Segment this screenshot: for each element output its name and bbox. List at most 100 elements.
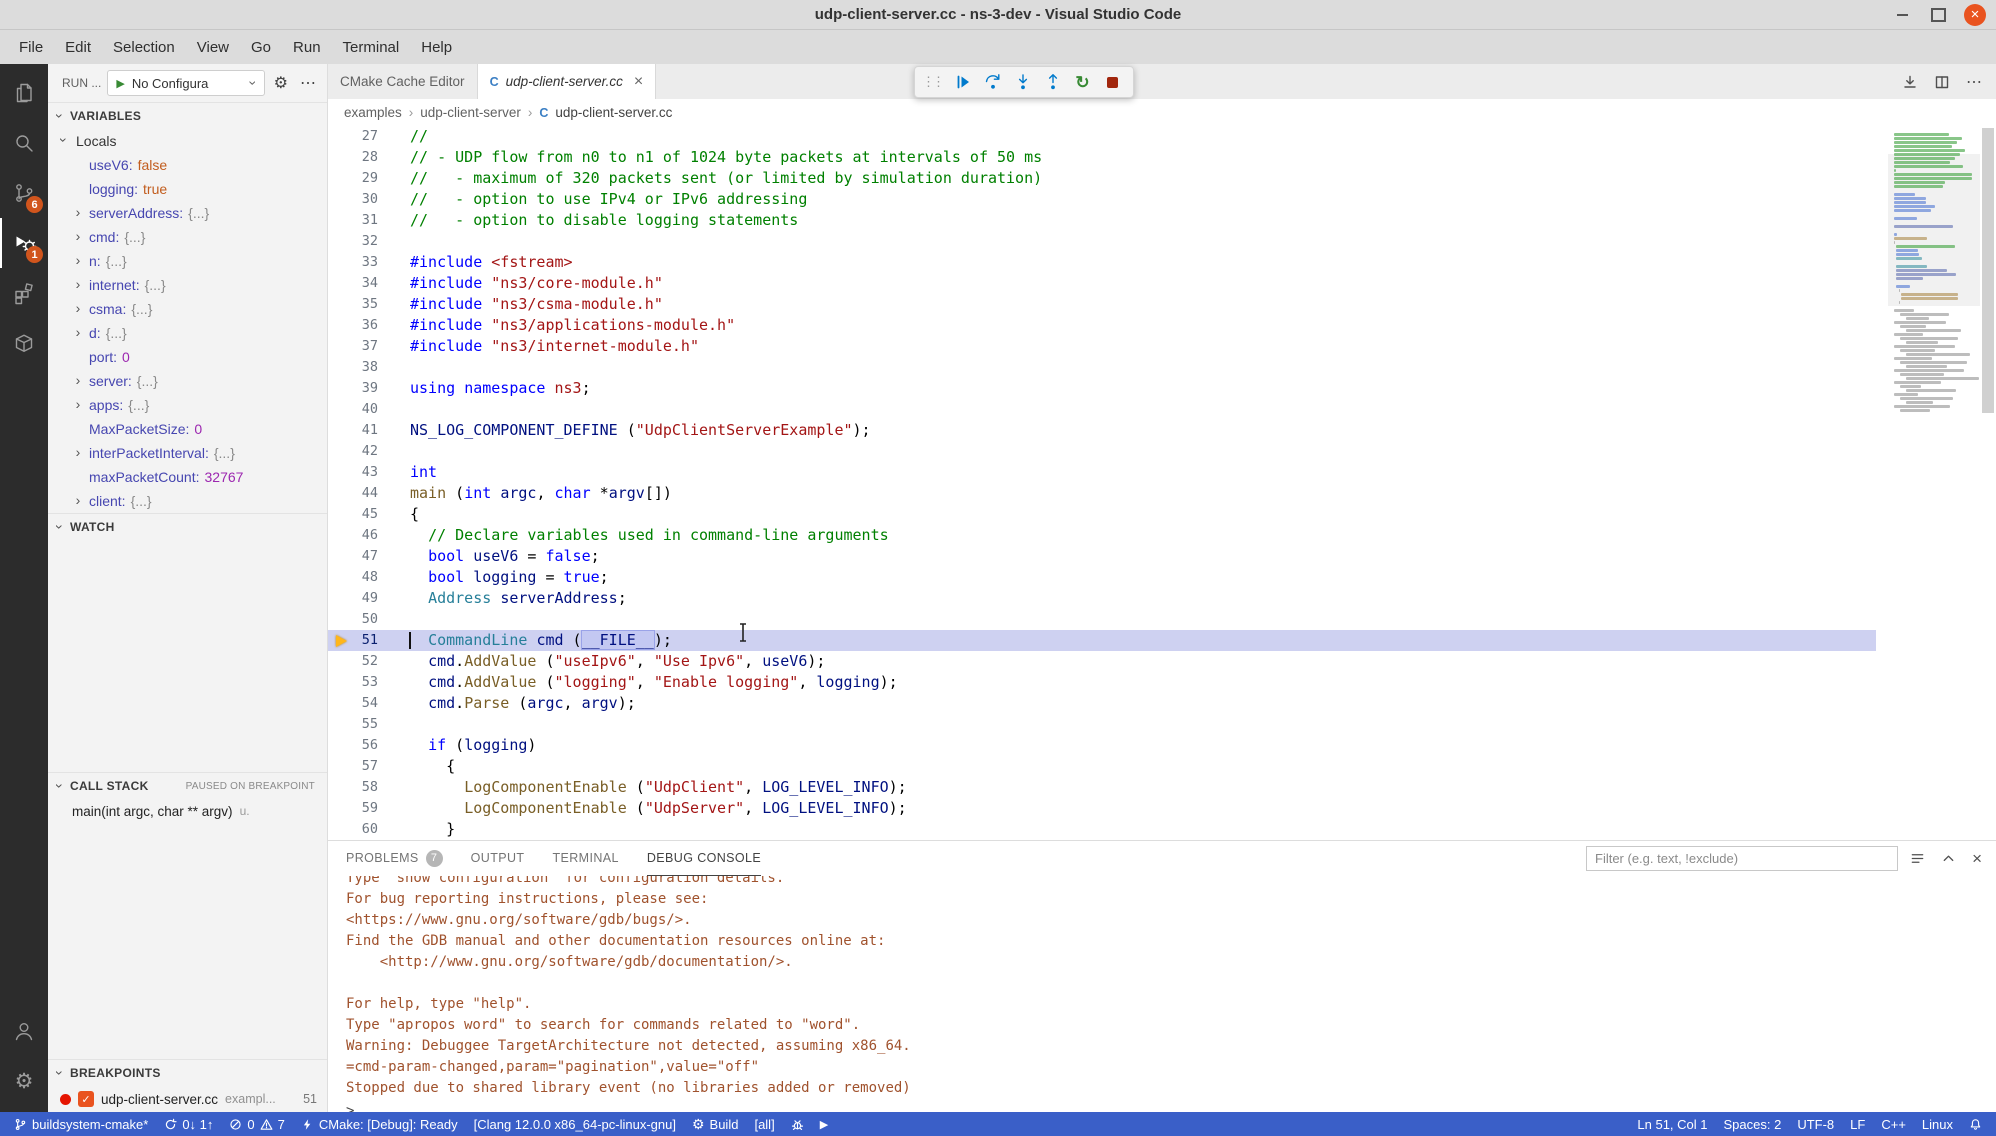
line-number[interactable]: 60	[328, 819, 400, 840]
continue-button[interactable]	[949, 69, 976, 96]
line-number[interactable]: 31	[328, 210, 400, 231]
panel-tab-problems[interactable]: PROBLEMS7	[346, 841, 443, 876]
watch-section-header[interactable]: › WATCH	[48, 513, 327, 540]
menu-help[interactable]: Help	[410, 34, 463, 61]
code-line[interactable]: 37#include "ns3/internet-module.h"	[328, 336, 1876, 357]
maximize-panel-icon[interactable]	[1941, 851, 1956, 866]
activity-accounts[interactable]	[0, 1006, 48, 1056]
line-number[interactable]: 59	[328, 798, 400, 819]
variable-row[interactable]: port:0	[48, 345, 327, 369]
panel-tab-terminal[interactable]: TERMINAL	[552, 841, 618, 876]
variable-row[interactable]: ›server:{...}	[48, 369, 327, 393]
variable-row[interactable]: ›serverAddress:{...}	[48, 201, 327, 225]
editor-tab[interactable]: CMake Cache Editor	[328, 64, 478, 99]
line-number[interactable]: 42	[328, 441, 400, 462]
cmake-status[interactable]: CMake: [Debug]: Ready	[293, 1112, 466, 1136]
line-number[interactable]: 37	[328, 336, 400, 357]
code-line[interactable]: 41NS_LOG_COMPONENT_DEFINE ("UdpClientSer…	[328, 420, 1876, 441]
cursor-position[interactable]: Ln 51, Col 1	[1629, 1112, 1715, 1136]
arrow-down-icon[interactable]	[1902, 74, 1918, 90]
line-number[interactable]: 30	[328, 189, 400, 210]
cmake-build-button[interactable]: ⚙Build	[684, 1112, 746, 1136]
breakpoint-item[interactable]: ✓ udp-client-server.cc exampl... 51	[48, 1086, 327, 1112]
breakpoint-checkbox[interactable]: ✓	[78, 1091, 94, 1107]
line-number[interactable]: 33	[328, 252, 400, 273]
minimize-button[interactable]	[1892, 5, 1912, 25]
indentation[interactable]: Spaces: 2	[1716, 1112, 1790, 1136]
variable-row[interactable]: ›interPacketInterval:{...}	[48, 441, 327, 465]
editor-tab[interactable]: Cudp-client-server.cc×	[478, 64, 657, 99]
cmake-debug-button[interactable]	[783, 1112, 812, 1136]
line-number[interactable]: 49	[328, 588, 400, 609]
view-more-actions-icon[interactable]: ⋯	[297, 73, 319, 93]
line-number[interactable]: 52	[328, 651, 400, 672]
more-editor-actions-icon[interactable]: ⋯	[1966, 72, 1982, 92]
code-line[interactable]: 54 cmd.Parse (argc, argv);	[328, 693, 1876, 714]
git-branch-status[interactable]: buildsystem-cmake*	[6, 1112, 156, 1136]
menu-run[interactable]: Run	[282, 34, 332, 61]
minimap[interactable]	[1888, 126, 1980, 840]
encoding[interactable]: UTF-8	[1789, 1112, 1842, 1136]
line-number[interactable]: 29	[328, 168, 400, 189]
code-line[interactable]: 31// - option to disable logging stateme…	[328, 210, 1876, 231]
line-number[interactable]: 50	[328, 609, 400, 630]
variables-scope-row[interactable]: › Locals	[48, 129, 327, 153]
console-options-icon[interactable]	[1910, 851, 1925, 866]
code-line[interactable]: 39using namespace ns3;	[328, 378, 1876, 399]
close-button[interactable]: ×	[1964, 4, 1986, 26]
code-line[interactable]: 30// - option to use IPv4 or IPv6 addres…	[328, 189, 1876, 210]
line-number[interactable]: 51	[328, 630, 400, 651]
scrollbar-slider[interactable]	[1982, 128, 1994, 413]
line-number[interactable]: 56	[328, 735, 400, 756]
code-line[interactable]: 29// - maximum of 320 packets sent (or l…	[328, 168, 1876, 189]
code-line[interactable]: 27//	[328, 126, 1876, 147]
line-number[interactable]: 28	[328, 147, 400, 168]
code-line[interactable]: 43int	[328, 462, 1876, 483]
breadcrumb-item[interactable]: udp-client-server	[420, 105, 521, 120]
titlebar[interactable]: udp-client-server.cc - ns-3-dev - Visual…	[0, 0, 1996, 30]
variable-row[interactable]: ›client:{...}	[48, 489, 327, 513]
start-debugging-icon[interactable]: ▶	[116, 77, 124, 90]
variable-row[interactable]: MaxPacketSize:0	[48, 417, 327, 441]
close-tab-icon[interactable]: ×	[634, 73, 643, 91]
cpp-configuration[interactable]: Linux	[1914, 1112, 1961, 1136]
breadcrumb-item[interactable]: udp-client-server.cc	[555, 105, 672, 120]
menu-go[interactable]: Go	[240, 34, 282, 61]
line-number[interactable]: 53	[328, 672, 400, 693]
line-number[interactable]: 35	[328, 294, 400, 315]
activity-explorer[interactable]	[0, 68, 48, 118]
variable-row[interactable]: maxPacketCount:32767	[48, 465, 327, 489]
code-line[interactable]: 32	[328, 231, 1876, 252]
cmake-launch-button[interactable]: ▶	[812, 1112, 836, 1136]
variable-row[interactable]: ›internet:{...}	[48, 273, 327, 297]
menu-view[interactable]: View	[186, 34, 240, 61]
line-number[interactable]: 39	[328, 378, 400, 399]
line-number[interactable]: 58	[328, 777, 400, 798]
variable-row[interactable]: ›cmd:{...}	[48, 225, 327, 249]
code-line[interactable]: 46 // Declare variables used in command-…	[328, 525, 1876, 546]
cmake-build-target[interactable]: [all]	[746, 1112, 782, 1136]
activity-source-control[interactable]: 6	[0, 168, 48, 218]
line-number[interactable]: 47	[328, 546, 400, 567]
code-line[interactable]: 33#include <fstream>	[328, 252, 1876, 273]
eol[interactable]: LF	[1842, 1112, 1873, 1136]
line-number[interactable]: 55	[328, 714, 400, 735]
line-number[interactable]: 44	[328, 483, 400, 504]
line-number[interactable]: 57	[328, 756, 400, 777]
menu-terminal[interactable]: Terminal	[332, 34, 411, 61]
line-number[interactable]: 34	[328, 273, 400, 294]
console-prompt[interactable]: >	[346, 1101, 1996, 1112]
maximize-button[interactable]	[1928, 5, 1948, 25]
variable-row[interactable]: ›n:{...}	[48, 249, 327, 273]
breadcrumb-item[interactable]: examples	[344, 105, 402, 120]
menu-edit[interactable]: Edit	[54, 34, 102, 61]
panel-tab-debug-console[interactable]: DEBUG CONSOLE	[647, 841, 761, 876]
git-sync-status[interactable]: 0↓ 1↑	[156, 1112, 221, 1136]
split-editor-icon[interactable]	[1934, 74, 1950, 90]
variables-section-header[interactable]: › VARIABLES	[48, 102, 327, 129]
line-number[interactable]: 54	[328, 693, 400, 714]
code-line[interactable]: 50	[328, 609, 1876, 630]
code-line[interactable]: 40	[328, 399, 1876, 420]
code-line[interactable]: 49 Address serverAddress;	[328, 588, 1876, 609]
stop-button[interactable]	[1099, 69, 1126, 96]
